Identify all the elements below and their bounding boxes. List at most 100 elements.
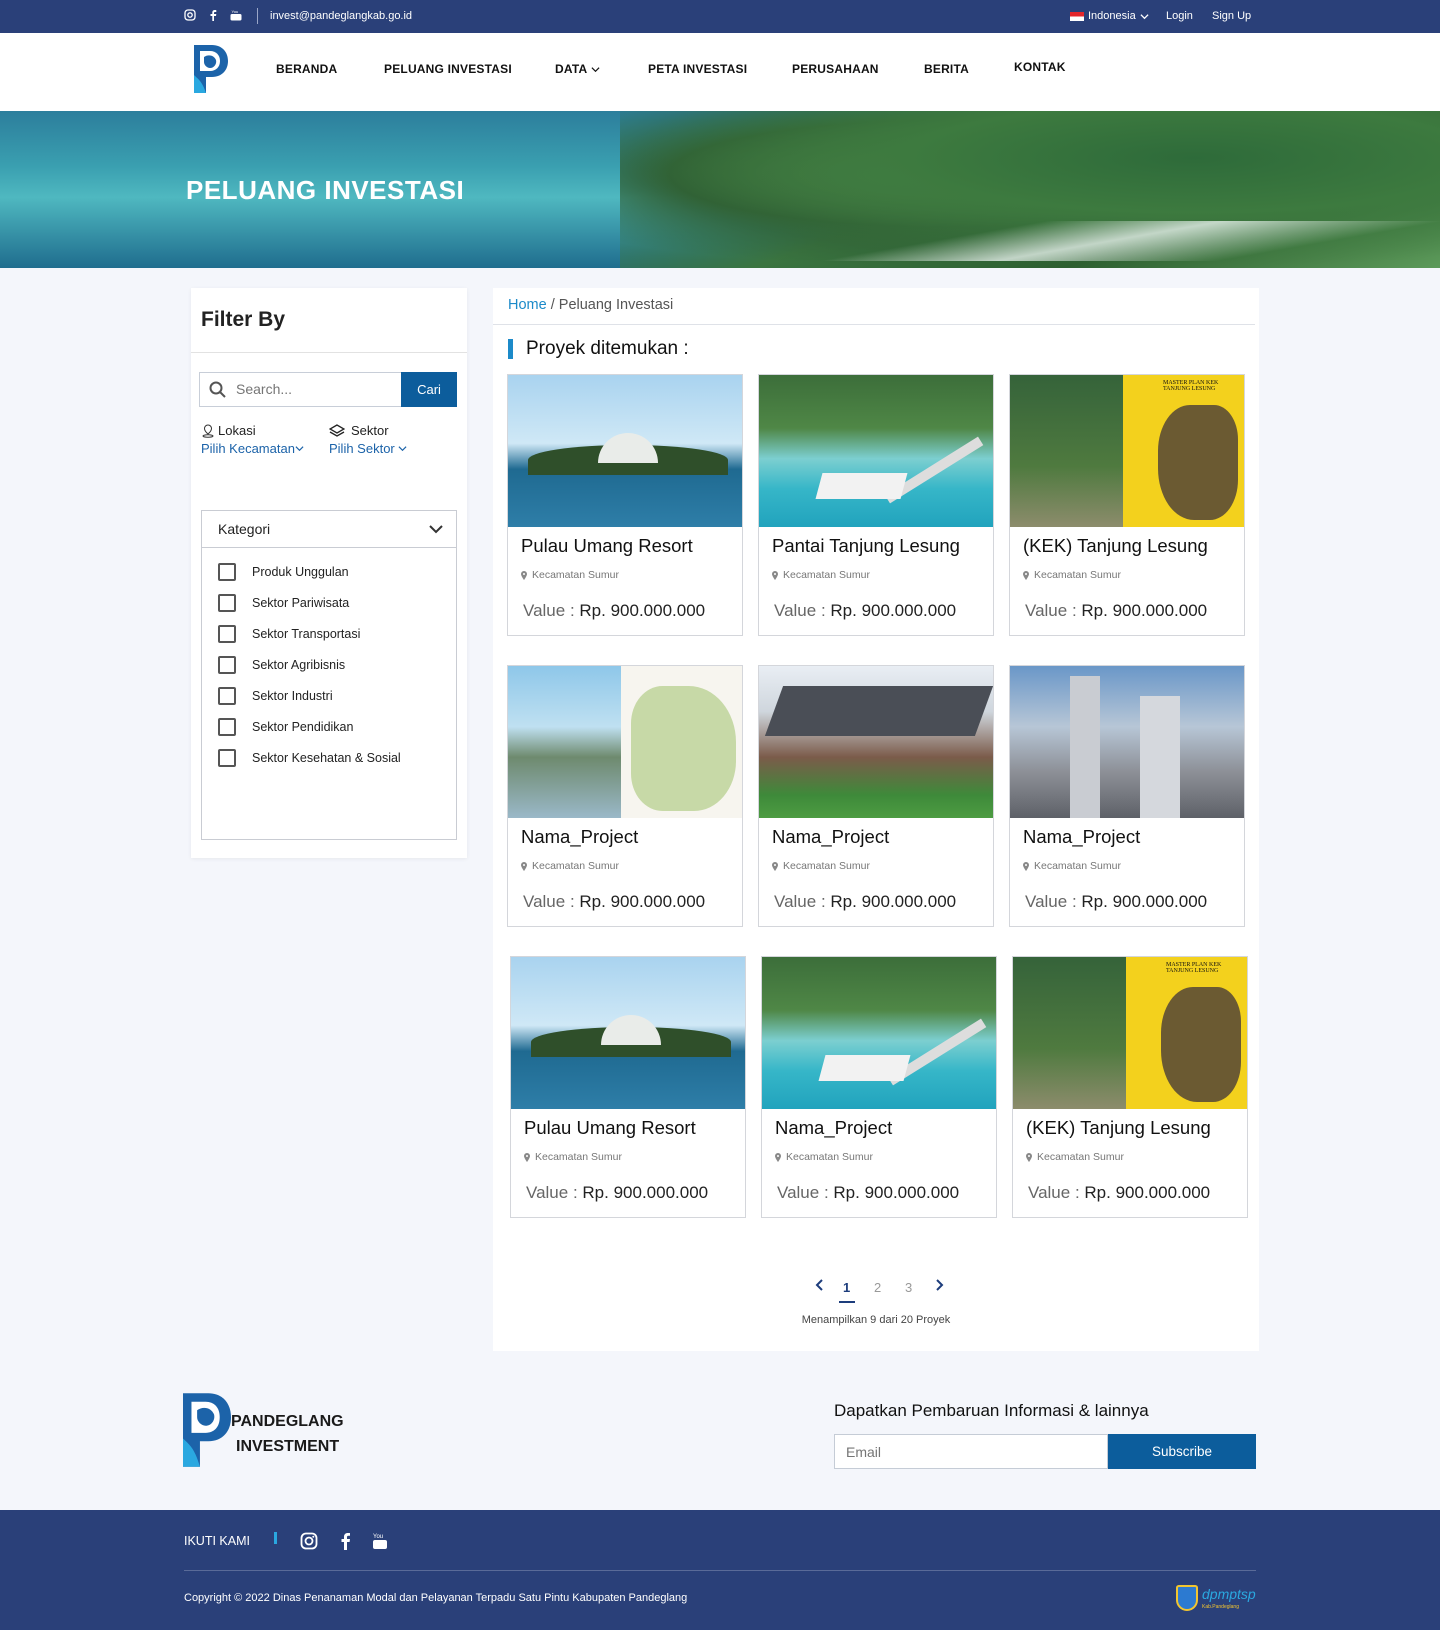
pandeglang-logo-icon[interactable] bbox=[194, 45, 228, 93]
search-button[interactable]: Cari bbox=[401, 372, 457, 407]
kategori-sektor-pendidikan[interactable]: Sektor Pendidikan bbox=[218, 718, 353, 736]
language-selector[interactable]: Indonesia bbox=[1070, 10, 1149, 22]
newsletter-email-input[interactable] bbox=[846, 1444, 1096, 1460]
project-image[interactable]: MASTER PLAN KEK TANJUNG LESUNG bbox=[1013, 957, 1247, 1109]
layers-icon bbox=[329, 423, 345, 437]
project-image[interactable] bbox=[511, 957, 745, 1109]
lokasi-label: Lokasi bbox=[218, 423, 256, 438]
project-image[interactable]: MASTER PLAN KEK TANJUNG LESUNG bbox=[1010, 375, 1244, 527]
youtube-icon[interactable]: You bbox=[372, 1532, 388, 1555]
project-title[interactable]: (KEK) Tanjung Lesung bbox=[1023, 535, 1208, 557]
svg-text:You: You bbox=[232, 9, 239, 14]
instagram-icon[interactable] bbox=[300, 1532, 318, 1555]
svg-text:You: You bbox=[373, 1534, 383, 1540]
project-location-text: Kecamatan Sumur bbox=[532, 569, 619, 581]
search-input[interactable] bbox=[236, 381, 396, 397]
location-pin-icon bbox=[521, 570, 527, 580]
project-card[interactable]: Nama_Project Kecamatan Sumur Value : Rp. 9… bbox=[761, 956, 997, 1218]
page-2-link[interactable]: 2 bbox=[874, 1280, 881, 1295]
location-pin-icon bbox=[772, 861, 778, 871]
location-pin-icon bbox=[524, 1152, 530, 1162]
project-location: Kecamatan Sumur bbox=[775, 1151, 873, 1163]
prev-page-icon[interactable] bbox=[815, 1278, 825, 1295]
sektor-filter: Sektor Pilih Sektor bbox=[329, 423, 407, 456]
project-title[interactable]: Pantai Tanjung Lesung bbox=[772, 535, 960, 557]
project-title[interactable]: Nama_Project bbox=[772, 826, 889, 848]
nav-peta-investasi[interactable]: PETA INVESTASI bbox=[648, 62, 747, 76]
project-title[interactable]: Nama_Project bbox=[521, 826, 638, 848]
nav-kontak[interactable]: KONTAK bbox=[1014, 60, 1066, 74]
project-title[interactable]: Pulau Umang Resort bbox=[524, 1117, 696, 1139]
newsletter-title: Dapatkan Pembaruan Informasi & lainnya bbox=[834, 1401, 1149, 1420]
project-image[interactable] bbox=[508, 375, 742, 527]
project-image[interactable] bbox=[508, 666, 742, 818]
project-card[interactable]: Nama_Project Kecamatan Sumur Value : Rp. 9… bbox=[758, 665, 994, 927]
project-title[interactable]: Nama_Project bbox=[1023, 826, 1140, 848]
subscribe-button[interactable]: Subscribe bbox=[1108, 1434, 1256, 1469]
footer-brand-text: PANDEGLANG INVESTMENT bbox=[231, 1409, 344, 1459]
project-image[interactable] bbox=[1010, 666, 1244, 818]
checkbox[interactable] bbox=[218, 625, 236, 643]
project-card[interactable]: MASTER PLAN KEK TANJUNG LESUNG (KEK) Tanj… bbox=[1009, 374, 1245, 636]
project-card[interactable]: Pulau Umang Resort Kecamatan Sumur Value :… bbox=[507, 374, 743, 636]
login-link[interactable]: Login bbox=[1166, 10, 1193, 22]
facebook-icon[interactable] bbox=[338, 1532, 352, 1555]
project-title[interactable]: Nama_Project bbox=[775, 1117, 892, 1139]
checkbox[interactable] bbox=[218, 594, 236, 612]
chevron-down-icon bbox=[429, 525, 443, 534]
project-title[interactable]: Pulau Umang Resort bbox=[521, 535, 693, 557]
project-image[interactable] bbox=[759, 375, 993, 527]
project-title[interactable]: (KEK) Tanjung Lesung bbox=[1026, 1117, 1211, 1139]
kategori-sektor-kesehatan-sosial[interactable]: Sektor Kesehatan & Sosial bbox=[218, 749, 401, 767]
nav-beranda[interactable]: BERANDA bbox=[276, 62, 337, 76]
project-image[interactable] bbox=[762, 957, 996, 1109]
checkbox[interactable] bbox=[218, 718, 236, 736]
facebook-icon[interactable] bbox=[207, 9, 220, 22]
page-title: PELUANG INVESTASI bbox=[186, 175, 465, 205]
page-3-link[interactable]: 3 bbox=[905, 1280, 912, 1295]
nav-berita[interactable]: BERITA bbox=[924, 62, 969, 76]
value-label: Value : bbox=[526, 1183, 578, 1202]
pandeglang-logo-icon bbox=[183, 1393, 231, 1467]
kategori-sektor-agribisnis[interactable]: Sektor Agribisnis bbox=[218, 656, 345, 674]
project-value: Value : Rp. 900.000.000 bbox=[777, 1183, 959, 1203]
checkbox[interactable] bbox=[218, 687, 236, 705]
project-location-text: Kecamatan Sumur bbox=[783, 569, 870, 581]
project-location-text: Kecamatan Sumur bbox=[786, 1151, 873, 1163]
signup-link[interactable]: Sign Up bbox=[1212, 10, 1251, 22]
contact-email-link[interactable]: invest@pandeglangkab.go.id bbox=[270, 10, 412, 22]
project-image[interactable] bbox=[759, 666, 993, 818]
checkbox[interactable] bbox=[218, 656, 236, 674]
footer-top: PANDEGLANG INVESTMENT Dapatkan Pembaruan… bbox=[0, 1351, 1440, 1510]
nav-perusahaan[interactable]: PERUSAHAAN bbox=[792, 62, 879, 76]
kategori-sektor-transportasi[interactable]: Sektor Transportasi bbox=[218, 625, 360, 643]
project-card[interactable]: MASTER PLAN KEK TANJUNG LESUNG (KEK) Tanj… bbox=[1012, 956, 1248, 1218]
kategori-produk-unggulan[interactable]: Produk Unggulan bbox=[218, 563, 349, 581]
lokasi-dropdown[interactable]: Pilih Kecamatan bbox=[201, 441, 304, 456]
project-card[interactable]: Pantai Tanjung Lesung Kecamatan Sumur Valu… bbox=[758, 374, 994, 636]
search-box bbox=[199, 372, 402, 407]
checkbox[interactable] bbox=[218, 749, 236, 767]
kategori-sektor-industri[interactable]: Sektor Industri bbox=[218, 687, 333, 705]
nav-data[interactable]: DATA bbox=[555, 62, 600, 76]
project-card[interactable]: Nama_Project Kecamatan Sumur Value : Rp. 9… bbox=[507, 665, 743, 927]
project-location-text: Kecamatan Sumur bbox=[535, 1151, 622, 1163]
instagram-icon[interactable] bbox=[184, 9, 197, 22]
dpmptsp-logo-text: dpmptsp Kab.Pandeglang bbox=[1202, 1586, 1256, 1610]
project-card[interactable]: Nama_Project Kecamatan Sumur Value : Rp. 9… bbox=[1009, 665, 1245, 927]
project-location-text: Kecamatan Sumur bbox=[1034, 569, 1121, 581]
page-1-link[interactable]: 1 bbox=[838, 1280, 856, 1303]
search-icon bbox=[209, 381, 226, 398]
kategori-sektor-pariwisata[interactable]: Sektor Pariwisata bbox=[218, 594, 349, 612]
breadcrumb-current: Peluang Investasi bbox=[558, 297, 674, 313]
footer-logo[interactable]: PANDEGLANG INVESTMENT bbox=[183, 1393, 344, 1472]
checkbox[interactable] bbox=[218, 563, 236, 581]
breadcrumb-home-link[interactable]: Home bbox=[508, 297, 547, 313]
kategori-header[interactable]: Kategori bbox=[202, 511, 456, 548]
kategori-label: Sektor Agribisnis bbox=[252, 658, 346, 672]
project-card[interactable]: Pulau Umang Resort Kecamatan Sumur Value :… bbox=[510, 956, 746, 1218]
youtube-icon[interactable]: You bbox=[230, 9, 243, 22]
nav-peluang-investasi[interactable]: PELUANG INVESTASI bbox=[384, 62, 512, 76]
sektor-dropdown[interactable]: Pilih Sektor bbox=[329, 441, 407, 456]
next-page-icon[interactable] bbox=[934, 1278, 944, 1295]
